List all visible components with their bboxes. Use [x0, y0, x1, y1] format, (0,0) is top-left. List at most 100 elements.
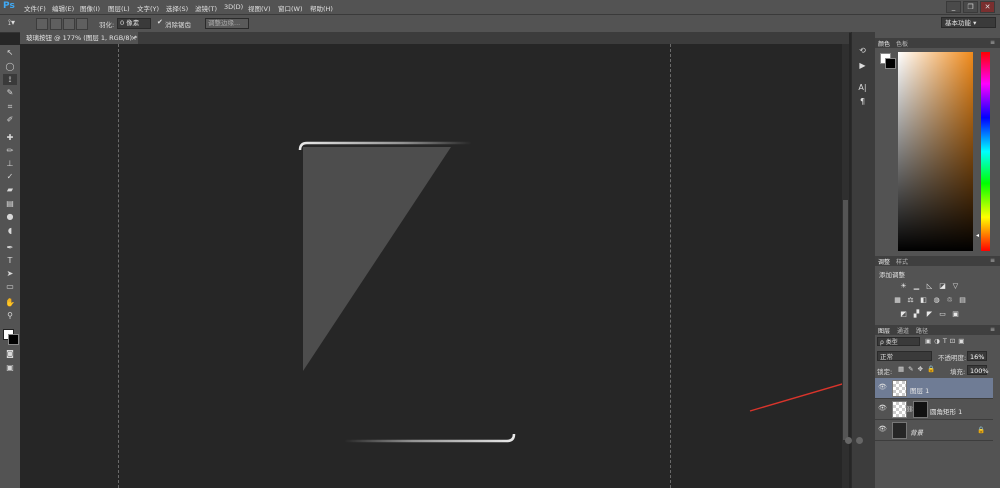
shape-tool-icon[interactable]: ▭	[3, 281, 17, 292]
layer-name[interactable]: 图层 1	[910, 385, 929, 395]
hue-slider[interactable]	[981, 52, 990, 251]
scrollbar-thumb[interactable]	[843, 200, 848, 440]
color-spectrum-field[interactable]	[898, 52, 973, 251]
photo-filter-adjustment-icon[interactable]: ◍	[932, 296, 941, 304]
menu-type[interactable]: 文字(Y)	[137, 3, 159, 13]
quick-mask-icon[interactable]: ◙	[3, 348, 17, 359]
crop-tool-icon[interactable]: ⌗	[3, 101, 17, 112]
panel-menu-icon[interactable]: ≡	[990, 257, 995, 264]
tab-adjustments[interactable]: 调整	[878, 257, 890, 266]
gradient-map-adjustment-icon[interactable]: ▭	[938, 310, 947, 318]
tab-styles[interactable]: 样式	[896, 257, 908, 266]
tab-color[interactable]: 颜色	[878, 39, 890, 48]
blend-mode-select[interactable]: 正常	[877, 351, 932, 361]
visibility-eye-icon[interactable]: 👁	[878, 404, 887, 412]
menu-view[interactable]: 视图(V)	[248, 3, 271, 13]
menu-bar: Ps 文件(F) 编辑(E) 图像(I) 图层(L) 文字(Y) 选择(S) 滤…	[0, 0, 1000, 15]
menu-image[interactable]: 图像(I)	[80, 3, 100, 13]
levels-adjustment-icon[interactable]: ▁	[912, 282, 921, 290]
close-button[interactable]: ✕	[980, 1, 995, 13]
color-lookup-adjustment-icon[interactable]: ▤	[958, 296, 967, 304]
panel-menu-icon[interactable]: ≡	[990, 39, 995, 46]
lock-icons[interactable]: ▦✎✥🔒	[898, 365, 939, 373]
workspace-select[interactable]: 基本功能 ▾	[941, 17, 996, 28]
path-select-tool-icon[interactable]: ➤	[3, 268, 17, 279]
vibrance-adjustment-icon[interactable]: ▽	[951, 282, 960, 290]
history-brush-tool-icon[interactable]: ✓	[3, 171, 17, 182]
polygonal-lasso-preset-icon[interactable]: ⟟▾	[8, 18, 15, 28]
tab-paths[interactable]: 路径	[916, 326, 928, 335]
zoom-tool-icon[interactable]: ⚲	[3, 310, 17, 321]
type-tool-icon[interactable]: T	[3, 255, 17, 266]
gradient-tool-icon[interactable]: ▤	[3, 198, 17, 209]
refine-edge-button[interactable]: 调整边缘...	[205, 18, 249, 29]
move-tool-icon[interactable]: ↖	[3, 47, 17, 58]
menu-select[interactable]: 选择(S)	[166, 3, 188, 13]
fill-input[interactable]: 100%	[967, 365, 989, 375]
tab-layers[interactable]: 图层	[878, 326, 890, 335]
tab-close-icon[interactable]: ×	[131, 32, 136, 44]
dodge-tool-icon[interactable]: ◖	[3, 225, 17, 236]
character-panel-icon[interactable]: A|	[856, 82, 869, 93]
layer-row-rounded-rect[interactable]: 👁 ⛓ 圆角矩形 1	[875, 399, 993, 420]
history-panel-icon[interactable]: ⟲	[856, 45, 869, 56]
curves-adjustment-icon[interactable]: ◺	[925, 282, 934, 290]
channel-mixer-adjustment-icon[interactable]: ♲	[945, 296, 954, 304]
feather-input[interactable]: 0 像素	[117, 18, 151, 29]
paragraph-panel-icon[interactable]: ¶	[856, 96, 869, 107]
menu-edit[interactable]: 编辑(E)	[52, 3, 74, 13]
black-white-adjustment-icon[interactable]: ◧	[919, 296, 928, 304]
add-selection-icon[interactable]	[50, 18, 62, 30]
document-canvas[interactable]	[20, 44, 849, 488]
clone-stamp-tool-icon[interactable]: ⊥	[3, 158, 17, 169]
menu-filter[interactable]: 滤镜(T)	[195, 3, 217, 13]
color-balance-adjustment-icon[interactable]: ⚖	[906, 296, 915, 304]
panel-menu-icon[interactable]: ≡	[990, 326, 995, 333]
layer-row-layer1[interactable]: 👁 图层 1	[875, 378, 993, 399]
brightness-adjustment-icon[interactable]: ☀	[899, 282, 908, 290]
actions-panel-icon[interactable]: ▶	[856, 60, 869, 71]
brush-tool-icon[interactable]: ✏	[3, 145, 17, 156]
tab-channels[interactable]: 通道	[897, 326, 909, 335]
screen-mode-icon[interactable]: ▣	[3, 362, 17, 373]
document-tab[interactable]: 玻璃按钮 @ 177% (图层 1, RGB/8) * ×	[20, 32, 138, 44]
layer-row-background[interactable]: 👁 背景 🔒	[875, 420, 993, 441]
lasso-tool-icon[interactable]: ⟟	[3, 74, 17, 85]
background-color-swatch[interactable]	[8, 334, 19, 345]
layer-name[interactable]: 圆角矩形 1	[930, 406, 962, 416]
antialias-checkbox[interactable]: ✔	[157, 18, 163, 26]
new-selection-icon[interactable]	[36, 18, 48, 30]
blur-tool-icon[interactable]: ●	[3, 211, 17, 222]
exposure-adjustment-icon[interactable]: ◪	[938, 282, 947, 290]
menu-help[interactable]: 帮助(H)	[310, 3, 333, 13]
invert-adjustment-icon[interactable]: ◩	[899, 310, 908, 318]
restore-button[interactable]: ❐	[963, 1, 978, 13]
threshold-adjustment-icon[interactable]: ◤	[925, 310, 934, 318]
subtract-selection-icon[interactable]	[63, 18, 75, 30]
hand-tool-icon[interactable]: ✋	[3, 297, 17, 308]
menu-3d[interactable]: 3D(D)	[224, 3, 243, 11]
posterize-adjustment-icon[interactable]: ▞	[912, 310, 921, 318]
intersect-selection-icon[interactable]	[76, 18, 88, 30]
color-background-swatch[interactable]	[885, 58, 896, 69]
tab-swatches[interactable]: 色板	[896, 39, 908, 48]
visibility-eye-icon[interactable]: 👁	[878, 425, 887, 433]
eraser-tool-icon[interactable]: ▰	[3, 184, 17, 195]
opacity-input[interactable]: 16%	[967, 351, 987, 361]
layer-filter-select[interactable]: ρ 类型	[877, 337, 920, 346]
pen-tool-icon[interactable]: ✒	[3, 242, 17, 253]
menu-window[interactable]: 窗口(W)	[278, 3, 303, 13]
marquee-tool-icon[interactable]: ◯	[3, 61, 17, 72]
healing-brush-tool-icon[interactable]: ✚	[3, 132, 17, 143]
menu-layer[interactable]: 图层(L)	[108, 3, 130, 13]
layer-filter-icons[interactable]: ▣◑T⊡▣	[925, 337, 967, 345]
selective-color-adjustment-icon[interactable]: ▣	[951, 310, 960, 318]
menu-file[interactable]: 文件(F)	[24, 3, 46, 13]
eyedropper-tool-icon[interactable]: ✐	[3, 114, 17, 125]
layer-name[interactable]: 背景	[910, 427, 923, 437]
hue-slider-handle[interactable]: ◂	[976, 232, 979, 239]
quick-select-tool-icon[interactable]: ✎	[3, 87, 17, 98]
minimize-button[interactable]: _	[946, 1, 961, 13]
hue-saturation-adjustment-icon[interactable]: ▦	[893, 296, 902, 304]
visibility-eye-icon[interactable]: 👁	[878, 383, 887, 391]
